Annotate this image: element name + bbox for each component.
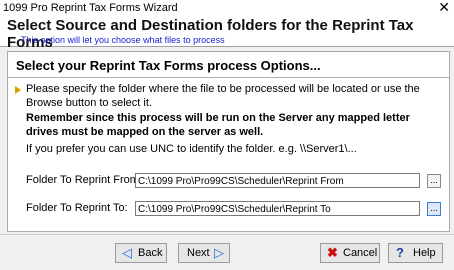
- reprint-from-label: Folder To Reprint From:: [26, 174, 142, 186]
- next-button-label: Next: [187, 247, 210, 259]
- panel-divider: [8, 77, 449, 78]
- title-bar: 1099 Pro Reprint Tax Forms Wizard ✕: [0, 0, 454, 16]
- wizard-header: Select Source and Destination folders fo…: [0, 16, 454, 51]
- options-panel: Select your Reprint Tax Forms process Op…: [7, 51, 450, 232]
- reprint-from-field[interactable]: C:\1099 Pro\Pro99CS\Scheduler\Reprint Fr…: [135, 173, 420, 188]
- back-button[interactable]: ◁ Back: [115, 243, 167, 263]
- footer-divider: [0, 234, 454, 235]
- back-button-label: Back: [138, 247, 163, 259]
- help-button-label: Help: [413, 247, 436, 259]
- unc-note-text: If you prefer you can use UNC to identif…: [26, 143, 357, 155]
- help-question-icon: ?: [396, 245, 404, 260]
- cancel-button-label: Cancel: [343, 247, 378, 259]
- close-icon[interactable]: ✕: [438, 0, 450, 16]
- cancel-button[interactable]: ✖ Cancel: [320, 243, 380, 263]
- help-button[interactable]: ? Help: [388, 243, 443, 263]
- cancel-x-icon: ✖: [327, 245, 338, 260]
- reprint-to-field[interactable]: C:\1099 Pro\Pro99CS\Scheduler\Reprint To: [135, 201, 420, 216]
- warning-text: Remember since this process will be run …: [26, 112, 410, 138]
- arrow-bullet-icon: [15, 86, 21, 94]
- header-title: Select Source and Destination folders fo…: [7, 17, 414, 51]
- back-arrow-icon: ◁: [122, 245, 132, 260]
- reprint-from-browse-button[interactable]: ...: [427, 174, 441, 188]
- window-title: 1099 Pro Reprint Tax Forms Wizard: [3, 2, 178, 14]
- instruction-text: Please specify the folder where the file…: [26, 83, 420, 109]
- next-arrow-icon: ▷: [214, 245, 224, 260]
- reprint-to-browse-button[interactable]: ...: [427, 202, 441, 216]
- panel-title: Select your Reprint Tax Forms process Op…: [16, 58, 321, 73]
- reprint-to-label: Folder To Reprint To:: [26, 202, 128, 214]
- header-subtitle: This option will let you choose what fil…: [21, 35, 225, 45]
- next-button[interactable]: Next ▷: [178, 243, 230, 263]
